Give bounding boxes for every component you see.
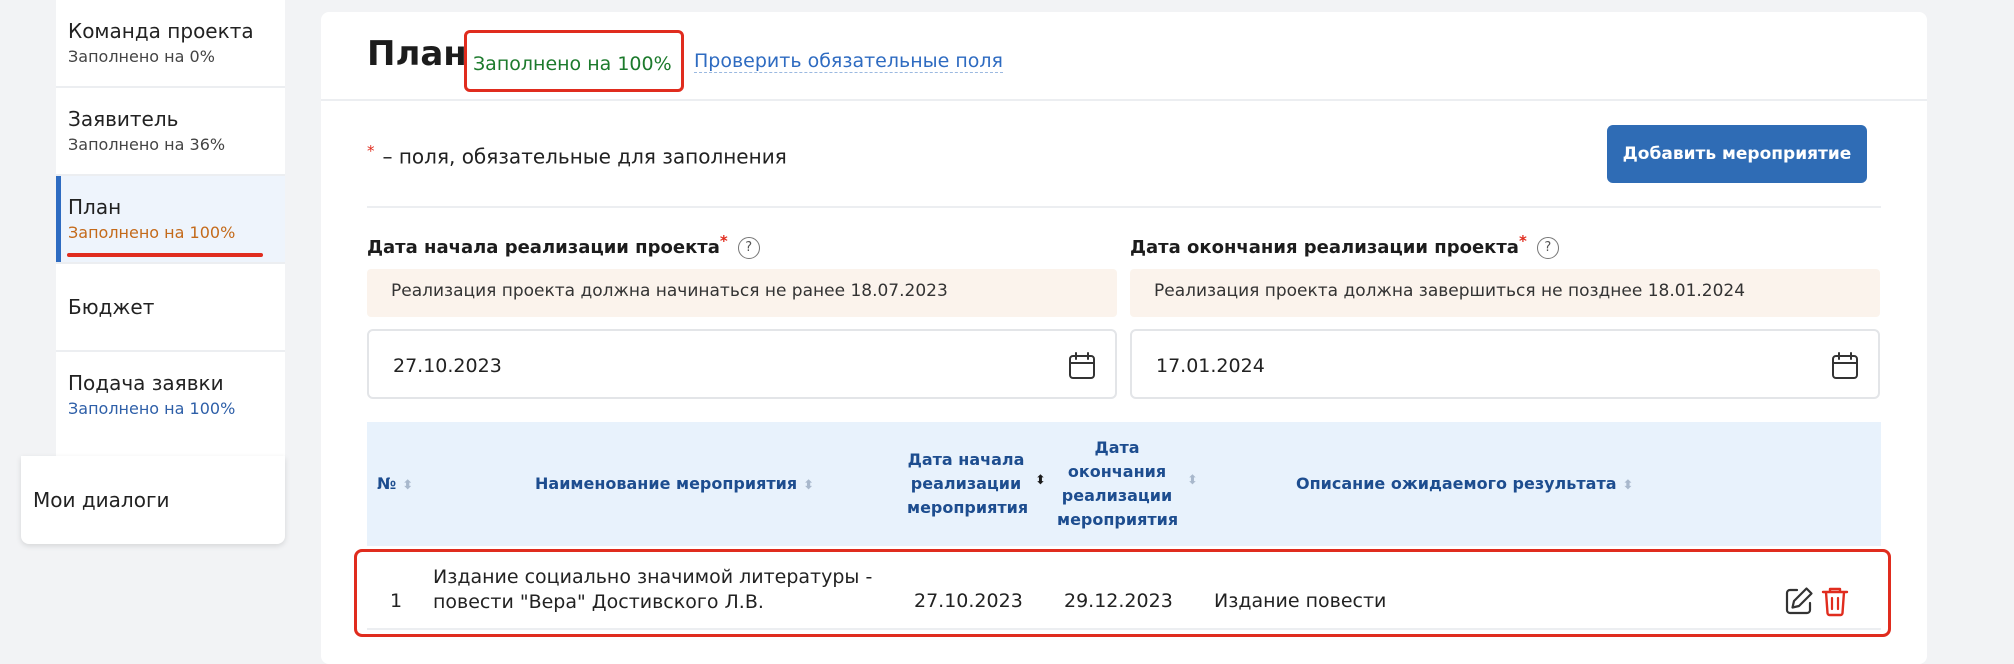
page-title: План [367, 34, 467, 74]
calendar-icon[interactable] [1830, 351, 1860, 381]
column-header-label: Дата [1094, 438, 1140, 457]
sidebar-item-progress: Заполнено на 0% [68, 47, 215, 66]
sidebar-nav: Команда проекта Заполнено на 0% Заявител… [56, 0, 285, 456]
sidebar-item-submit[interactable]: Подача заявки Заполнено на 100% [56, 352, 285, 440]
required-fields-note: * – поля, обязательные для заполнения [367, 142, 787, 169]
sidebar-item-label: Бюджет [68, 295, 155, 319]
start-date-label: Дата начала реализации проекта*? [367, 232, 760, 259]
row-divider [367, 628, 1881, 630]
sidebar-item-progress: Заполнено на 100% [68, 399, 236, 418]
sidebar-item-plan[interactable]: План Заполнено на 100% [56, 176, 285, 264]
column-header-label: Дата начала [907, 450, 1025, 469]
column-header-label: реализации [1061, 486, 1173, 505]
check-required-fields-link[interactable]: Проверить обязательные поля [694, 50, 1003, 73]
start-date-hint: Реализация проекта должна начинаться не … [367, 269, 1117, 317]
help-icon[interactable]: ? [737, 237, 760, 259]
sort-icon[interactable]: ⬍ [1035, 473, 1046, 488]
calendar-icon[interactable] [1067, 351, 1097, 381]
sidebar-item-progress: Заполнено на 100% [68, 223, 236, 242]
sidebar-item-label: Команда проекта [68, 19, 254, 43]
cell-activity-name-line: повести "Вера" Достивского Л.В. [433, 591, 764, 613]
column-header-start-date[interactable]: Дата начала реализации мероприятия [907, 448, 1029, 520]
start-date-value: 27.10.2023 [393, 355, 502, 377]
column-header-end-date[interactable]: Дата окончания реализации мероприятия [1057, 436, 1179, 532]
cell-activity-name-line: Издание социально значимой литературы - [433, 566, 873, 588]
required-note-text: – поля, обязательные для заполнения [382, 144, 787, 169]
sort-icon[interactable]: ⬍ [402, 478, 413, 493]
edit-icon[interactable] [1782, 584, 1816, 618]
my-dialogs-link[interactable]: Мои диалоги [21, 456, 285, 544]
column-header-label: мероприятия [907, 498, 1029, 517]
sidebar-item-progress: Заполнено на 36% [68, 135, 226, 154]
end-date-input[interactable]: 17.01.2024 [1130, 329, 1880, 399]
column-header-label: реализации [910, 474, 1022, 493]
cell-number: 1 [390, 590, 403, 612]
card-header: План Заполнено на 100% Проверить обязате… [321, 12, 1927, 101]
required-star: * [1518, 232, 1527, 250]
column-header-label: Описание ожидаемого результата [1296, 474, 1617, 493]
cell-activity-name: Издание социально значимой литературы - … [433, 565, 872, 615]
delete-icon[interactable] [1818, 584, 1852, 618]
column-header-name[interactable]: Наименование мероприятия ⬍ [535, 472, 814, 498]
end-date-label: Дата окончания реализации проекта*? [1130, 232, 1559, 259]
cell-end-date: 29.12.2023 [1064, 590, 1173, 612]
activities-table-header: № ⬍ Наименование мероприятия ⬍ Дата начала… [367, 422, 1881, 546]
column-header-number[interactable]: № ⬍ [377, 472, 413, 498]
column-header-label: мероприятия [1057, 510, 1179, 529]
fill-status-badge: Заполнено на 100% [464, 30, 684, 92]
sidebar-item-label: Заявитель [68, 107, 179, 131]
divider [367, 206, 1881, 208]
sort-icon[interactable]: ⬍ [1187, 473, 1198, 488]
column-header-label: № [377, 474, 397, 493]
sidebar-item-label: План [68, 195, 122, 219]
help-icon[interactable]: ? [1536, 237, 1559, 259]
required-star: * [367, 142, 375, 160]
sidebar-item-team[interactable]: Команда проекта Заполнено на 0% [56, 0, 285, 88]
plan-card: План Заполнено на 100% Проверить обязате… [321, 12, 1927, 664]
column-header-label: Наименование мероприятия [535, 474, 798, 493]
start-date-input[interactable]: 27.10.2023 [367, 329, 1117, 399]
column-header-description[interactable]: Описание ожидаемого результата ⬍ [1296, 472, 1633, 498]
sidebar-item-applicant[interactable]: Заявитель Заполнено на 36% [56, 88, 285, 176]
end-date-hint: Реализация проекта должна завершиться не… [1130, 269, 1880, 317]
end-date-value: 17.01.2024 [1156, 355, 1265, 377]
highlight-underline [67, 253, 263, 257]
end-date-label-text: Дата окончания реализации проекта [1130, 237, 1519, 258]
sort-icon[interactable]: ⬍ [803, 478, 814, 493]
column-header-label: окончания [1067, 462, 1167, 481]
sort-icon[interactable]: ⬍ [1623, 478, 1634, 493]
required-star: * [719, 232, 728, 250]
sidebar-item-budget[interactable]: Бюджет [56, 264, 285, 352]
start-date-label-text: Дата начала реализации проекта [367, 237, 720, 258]
cell-start-date: 27.10.2023 [914, 590, 1023, 612]
sidebar-item-label: Подача заявки [68, 371, 224, 395]
cell-description: Издание повести [1214, 590, 1387, 612]
add-activity-button[interactable]: Добавить мероприятие [1607, 125, 1867, 183]
